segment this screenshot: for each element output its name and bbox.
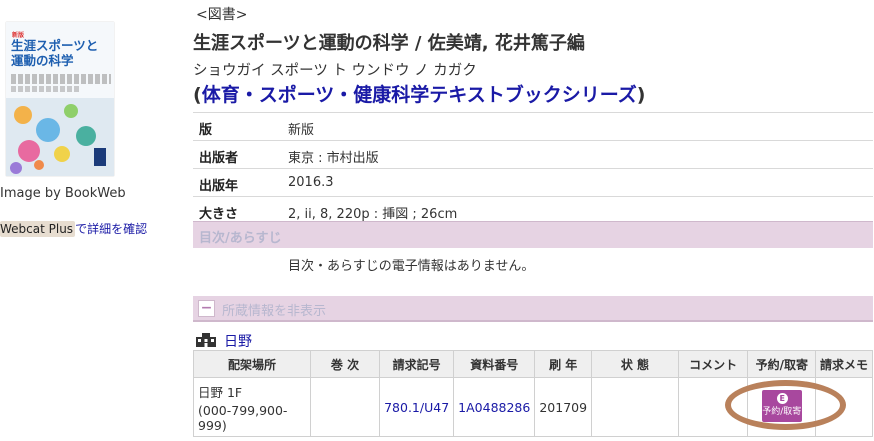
item-number-cell: 1A0488286 (453, 377, 536, 437)
toc-text: 目次・あらすじの電子情報はありません。 (288, 259, 535, 274)
column-header-status: 状 態 (591, 350, 679, 378)
book-cover-image: 新版 生涯スポーツと 運動の科学 (6, 22, 114, 176)
info-value: 2016.3 (288, 175, 334, 190)
series-link[interactable]: 体育・スポーツ・健康科学テキストブックシリーズ (202, 84, 637, 106)
webcat-detail-link[interactable]: で詳細を確認 (75, 222, 147, 236)
cover-publisher-logo (94, 148, 106, 166)
library-name-link[interactable]: 日野 (224, 331, 252, 351)
holdings-toggle-label[interactable]: 所蔵情報を非表示 (222, 300, 326, 319)
volume-cell (309, 377, 381, 437)
info-label: 大きさ (199, 207, 239, 222)
minus-icon[interactable]: − (198, 300, 215, 317)
cover-bubble (36, 118, 60, 142)
cover-bubble (76, 126, 96, 146)
record-title-kana: ショウガイ スポーツ ト ウンドウ ノ カガク (193, 63, 477, 79)
reserve-button-label: 予約/取寄 (762, 406, 802, 417)
column-header-reserve: 予約/取寄 (747, 350, 817, 378)
reserve-button[interactable]: E 予約/取寄 (761, 389, 802, 422)
info-value: 2, ii, 8, 220p : 挿図 ; 26cm (288, 207, 458, 222)
cover-bubble (18, 140, 40, 162)
column-header-call-number: 請求記号 (379, 350, 455, 378)
reserve-icon: E (776, 392, 788, 404)
info-value: 東京 : 市村出版 (288, 151, 379, 166)
info-row-year: 出版年 2016.3 (193, 169, 873, 197)
print-year-cell: 201709 (534, 377, 593, 437)
building-icon (196, 333, 216, 347)
column-header-volume: 巻 次 (309, 350, 381, 378)
column-header-memo: 請求メモ (815, 350, 873, 378)
cover-bubble (14, 106, 32, 124)
toc-section-header: 目次/あらすじ (193, 221, 873, 248)
reserve-cell: E 予約/取寄 (747, 377, 817, 437)
memo-cell (815, 377, 873, 437)
cover-title-line2: 運動の科学 (11, 53, 74, 68)
info-label: 出版者 (199, 151, 239, 166)
series-close-paren: ) (636, 84, 646, 106)
info-value: 新版 (288, 123, 315, 138)
location-cell: 日野 1F (000-799,900-999) (193, 377, 311, 437)
cover-editors-text (11, 74, 111, 84)
call-number-cell: 780.1/U47 (379, 377, 455, 437)
info-row-publisher: 出版者 東京 : 市村出版 (193, 141, 873, 169)
webcat-plus-button[interactable]: Webcat Plus (0, 221, 76, 237)
cover-bubble (54, 146, 70, 162)
cover-bubble (64, 104, 78, 118)
cover-bubble (10, 162, 22, 174)
series-open-paren: ( (193, 84, 202, 106)
cover-bubble (34, 160, 44, 170)
record-title: 生涯スポーツと運動の科学 / 佐美靖, 花井篤子編 (193, 33, 585, 54)
holdings-table: 配架場所 巻 次 請求記号 資料番号 刷 年 状 態 コメント 予約/取寄 請求… (193, 350, 873, 437)
column-header-item-number: 資料番号 (453, 350, 536, 378)
info-row-edition: 版 新版 (193, 112, 873, 141)
image-credit: Image by BookWeb (0, 186, 126, 201)
column-header-print-year: 刷 年 (534, 350, 593, 378)
holdings-toggle-bar[interactable]: − 所蔵情報を非表示 (193, 296, 873, 322)
status-cell (591, 377, 679, 437)
series-title: (体育・スポーツ・健康科学テキストブックシリーズ) (193, 80, 645, 107)
cover-editors-text-2 (11, 86, 81, 92)
cover-title-line1: 生涯スポーツと (11, 38, 99, 53)
comment-cell (677, 377, 749, 437)
column-header-location: 配架場所 (193, 350, 311, 378)
call-number-link[interactable]: 780.1/U47 (384, 400, 449, 415)
info-label: 出版年 (199, 179, 239, 194)
info-label: 版 (199, 123, 213, 138)
material-type: <図書> (196, 7, 248, 23)
holdings-header-row: 配架場所 巻 次 請求記号 資料番号 刷 年 状 態 コメント 予約/取寄 請求… (193, 350, 873, 378)
toc-heading: 目次/あらすじ (199, 231, 282, 246)
location-floor: 日野 1F (198, 384, 243, 400)
cover-title: 生涯スポーツと 運動の科学 (11, 38, 98, 68)
webcat-plus-link[interactable]: Webcat Plus で詳細を確認 (0, 220, 147, 237)
bibliographic-info-table: 版 新版 出版者 東京 : 市村出版 出版年 2016.3 大きさ 2, ii,… (193, 112, 873, 225)
column-header-comment: コメント (677, 350, 749, 378)
item-number-link[interactable]: 1A0488286 (458, 400, 530, 415)
location-range: (000-799,900-999) (198, 402, 288, 433)
table-row: 日野 1F (000-799,900-999) 780.1/U47 1A0488… (193, 377, 873, 437)
